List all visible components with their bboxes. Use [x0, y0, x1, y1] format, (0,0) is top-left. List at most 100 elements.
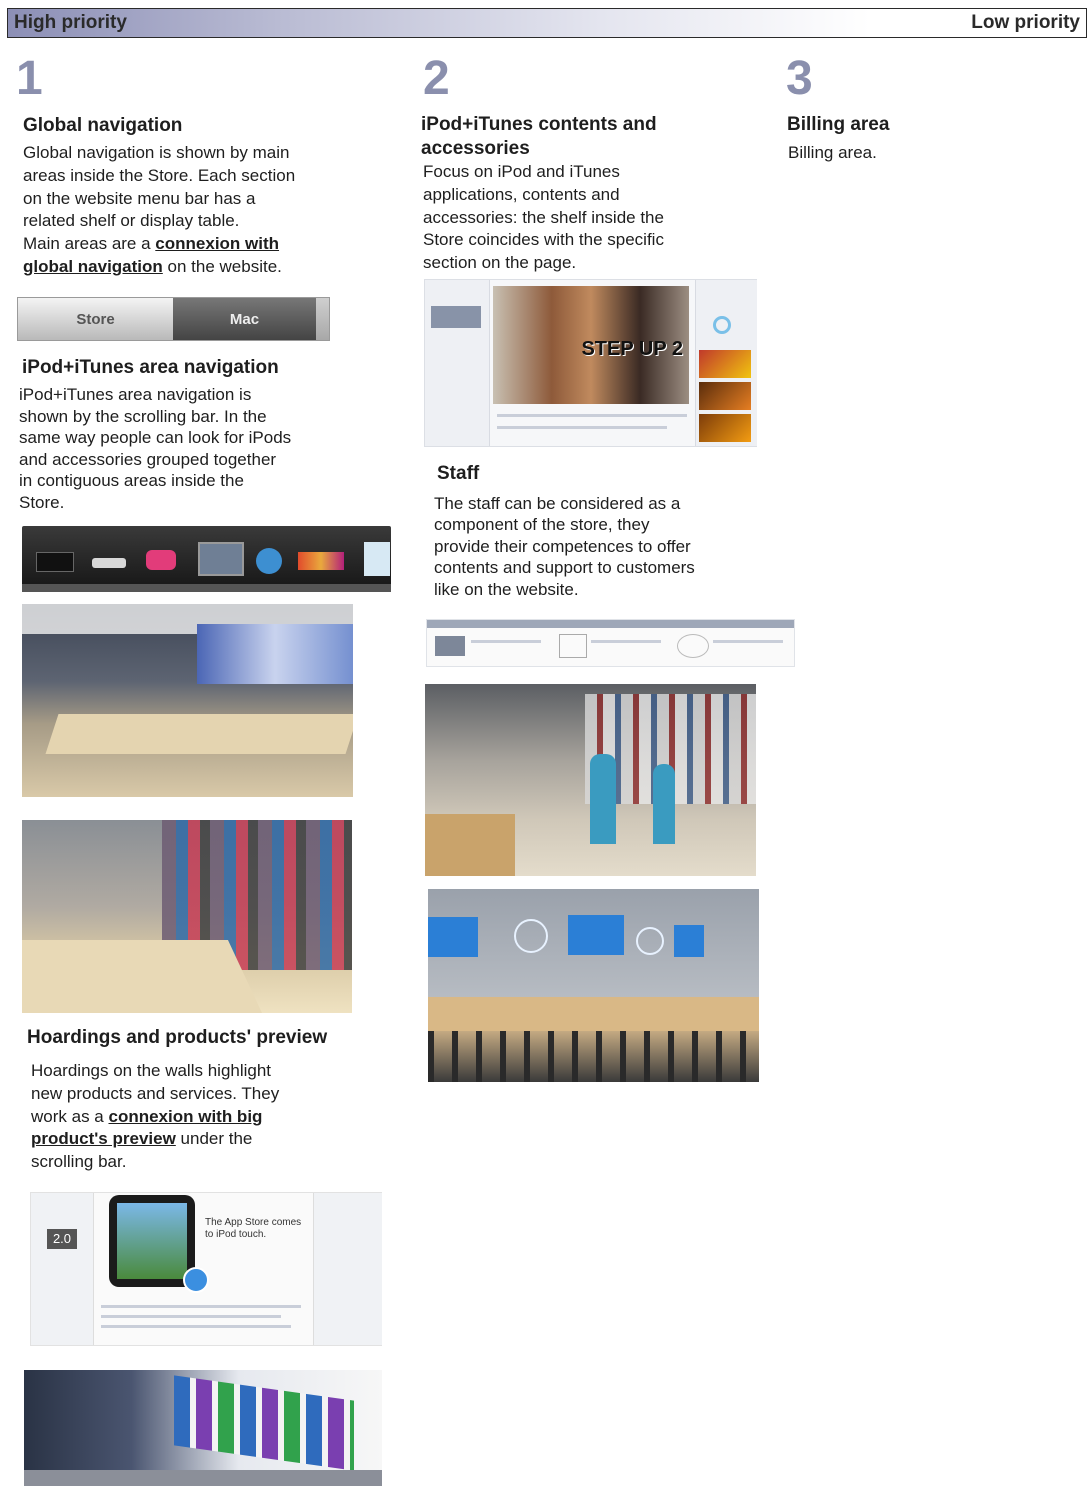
- staff-member: [653, 764, 675, 844]
- genius-bar-photo: [428, 889, 759, 1082]
- product-preview-link[interactable]: connexion with big: [108, 1107, 262, 1126]
- iphone-screen: [117, 1203, 187, 1279]
- thumb-image: [431, 306, 481, 328]
- text-line: global navigation on the website.: [23, 256, 343, 279]
- wall-screen: [568, 915, 624, 955]
- album-art: [699, 382, 751, 410]
- thumb-sidebar: [31, 1193, 94, 1345]
- column-number-2: 2: [423, 52, 450, 105]
- global-nav-link[interactable]: connexion with: [155, 234, 279, 253]
- text-line: iPod+iTunes area navigation is: [19, 385, 252, 404]
- thumb-headline: The App Store comes to iPod touch.: [205, 1217, 301, 1241]
- songs-icon: [713, 316, 731, 334]
- staff-text: The staff can be considered as a compone…: [434, 493, 744, 600]
- text-line: provide their competences to offer: [434, 536, 691, 556]
- thumb-text-line: [101, 1325, 291, 1328]
- global-nav-link-cont[interactable]: global navigation: [23, 257, 163, 276]
- product-preview-link-cont[interactable]: product's preview: [31, 1129, 176, 1148]
- title-line: iPod+iTunes contents and: [421, 114, 657, 135]
- billing-area-text: Billing area.: [788, 143, 877, 162]
- ipod-hoarding: [174, 1375, 354, 1471]
- thumb-text-line: [497, 426, 667, 429]
- hoarding-wall-photo: [24, 1370, 382, 1486]
- scrolling-bar-screenshot: [22, 526, 391, 592]
- staff-photo-floor: [425, 684, 756, 876]
- movie-title: STEP UP 2: [581, 338, 683, 360]
- display-table: [45, 714, 353, 754]
- ipod-itunes-contents-text: Focus on iPod and iTunes applications, c…: [423, 161, 723, 275]
- text-line: new products and services. They: [31, 1083, 280, 1103]
- thumb-text-line: [101, 1305, 301, 1308]
- thumb-image: [435, 636, 465, 656]
- text-line: component of the store, they: [434, 515, 650, 535]
- genius-logo: [514, 919, 548, 953]
- priority-bar: High priority Low priority: [7, 8, 1087, 38]
- ipod-thumb: [146, 550, 176, 570]
- text-segment: Main areas are a: [23, 234, 156, 254]
- ipod-itunes-contents-title: iPod+iTunes contents and accessories: [421, 113, 657, 161]
- text-line: The staff can be considered as a: [434, 494, 681, 513]
- support-strip-thumbnail: [426, 619, 795, 667]
- text-line: scrolling bar.: [31, 1152, 127, 1172]
- text-segment: on the website.: [162, 256, 282, 276]
- text-line: contents and support to customers: [434, 558, 695, 578]
- hoardings-text: Hoardings on the walls highlight new pro…: [31, 1060, 361, 1174]
- text-line: and accessories grouped together: [19, 449, 277, 469]
- column-number-3: 3: [786, 52, 813, 105]
- store-photo-shelves: [22, 820, 352, 1013]
- thumb-image: [677, 634, 709, 658]
- thumb-left-column: [425, 280, 490, 446]
- scrollbar-track: [22, 584, 391, 592]
- album-art: [699, 414, 751, 442]
- ipod-thumb: [298, 552, 344, 570]
- genius-logo: [636, 927, 664, 955]
- staff-member: [590, 754, 616, 844]
- global-navigation-title: Global navigation: [23, 115, 183, 136]
- thumb-header: [427, 620, 794, 628]
- text-line: work as a connexion with big: [31, 1106, 361, 1129]
- text-line: areas inside the Store. Each section: [23, 165, 296, 185]
- thumb-right-column: [313, 1193, 382, 1345]
- staff-title: Staff: [437, 463, 480, 484]
- text-line: Store.: [19, 492, 65, 512]
- bar-stools: [428, 1031, 759, 1082]
- thumb-image: [559, 634, 587, 658]
- text-line: in contiguous areas inside the: [19, 471, 244, 491]
- high-priority-label: High priority: [14, 12, 127, 33]
- column-number-1: 1: [16, 52, 43, 105]
- thumb-headline-line: to iPod touch.: [205, 1229, 267, 1240]
- display-table: [22, 940, 263, 1013]
- low-priority-label: Low priority: [971, 12, 1080, 33]
- text-line: like on the website.: [434, 579, 579, 599]
- iphone-image: [109, 1195, 195, 1287]
- store-photo-tables: [22, 604, 353, 797]
- text-line: applications, contents and: [423, 184, 620, 204]
- text-line: Hoardings on the walls highlight: [31, 1061, 272, 1080]
- text-line: same way people can look for iPods: [19, 428, 292, 448]
- ipod-thumb: [198, 542, 244, 576]
- movie-poster: STEP UP 2: [493, 286, 689, 404]
- text-line: Main areas are a connexion with: [23, 233, 343, 256]
- text-line: Store coincides with the specific: [423, 230, 664, 250]
- tab-mac[interactable]: Mac: [173, 298, 316, 340]
- tab-bar-end: [316, 298, 329, 340]
- text-line: related shelf or display table.: [23, 211, 240, 231]
- text-line: section on the page.: [423, 253, 577, 273]
- text-segment: work as a: [31, 1106, 109, 1126]
- wall-display: [197, 624, 353, 684]
- billing-area-title: Billing area: [787, 114, 890, 135]
- ipod-thumb: [92, 558, 126, 568]
- thumb-text-line: [591, 640, 661, 643]
- ipod-area-navigation-title: iPod+iTunes area navigation: [22, 357, 279, 378]
- title-line: accessories: [421, 138, 530, 159]
- thumb-text-line: [497, 414, 687, 417]
- genius-bar-counter: [428, 997, 759, 1031]
- thumb-headline-line: The App Store comes: [205, 1217, 302, 1228]
- version-badge: 2.0: [47, 1229, 77, 1249]
- tab-store[interactable]: Store: [18, 298, 173, 340]
- text-segment: under the: [175, 1129, 253, 1149]
- ipod-area-navigation-text: iPod+iTunes area navigation is shown by …: [19, 384, 349, 514]
- thumb-text-line: [101, 1315, 281, 1318]
- ipod-thumb: [36, 552, 74, 572]
- wooden-table: [425, 814, 515, 876]
